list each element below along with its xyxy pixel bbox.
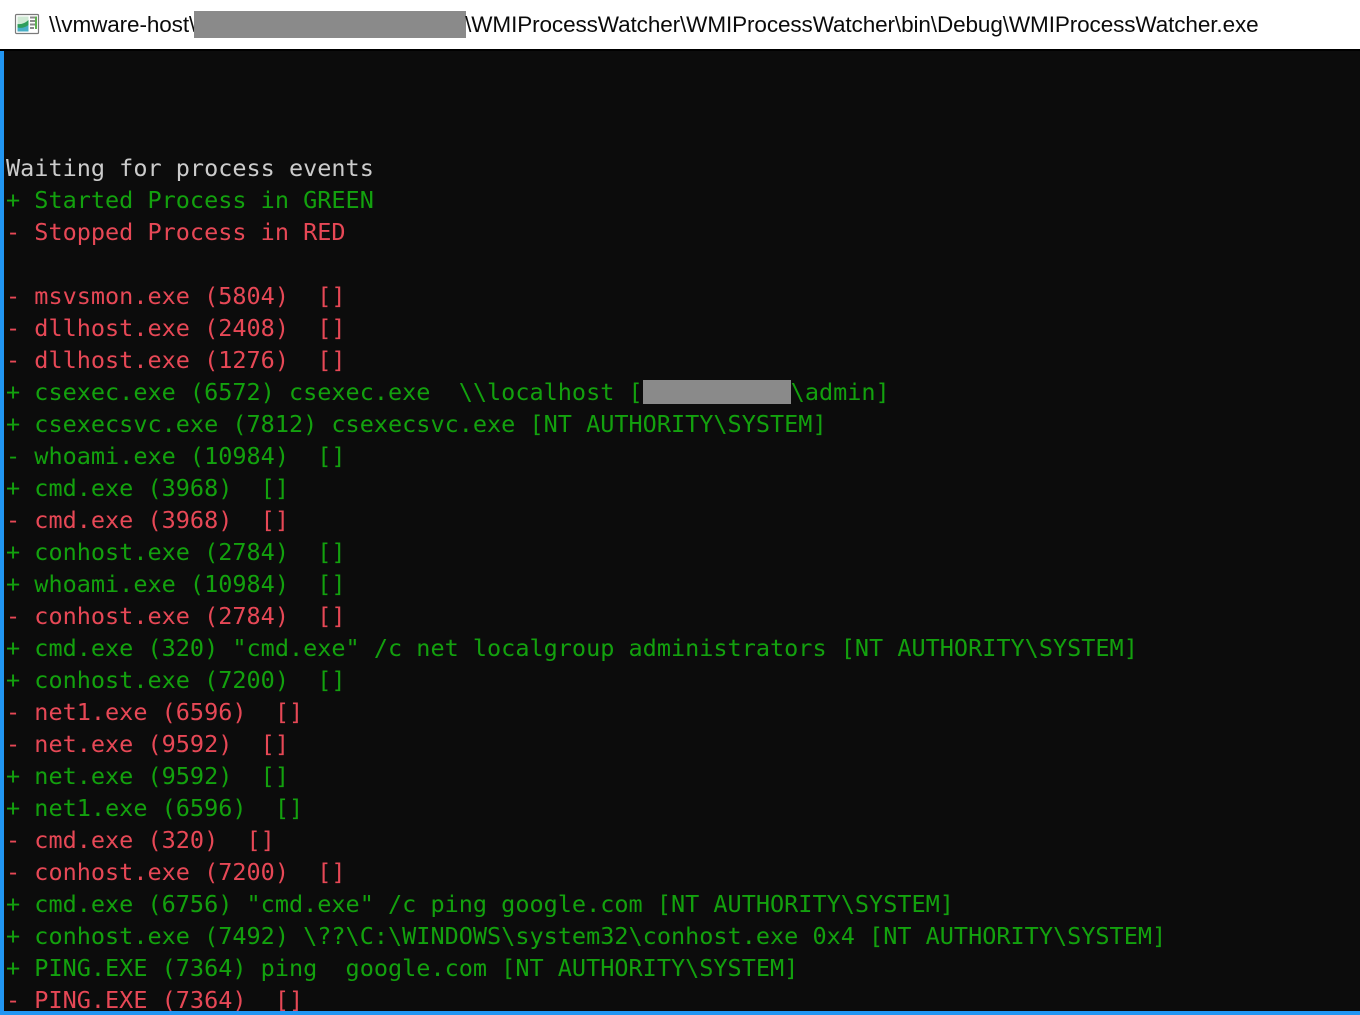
console-line-list: Waiting for process events + Started Proc… xyxy=(4,56,1360,1014)
console-event-line: + cmd.exe (320) "cmd.exe" /c net localgr… xyxy=(6,634,1138,662)
window-title: \\vmware-host\ \WMIProcessWatcher\WMIProc… xyxy=(49,11,1259,38)
console-event-line: + net.exe (9592) [] xyxy=(6,762,289,790)
console-event-line: - cmd.exe (320) [] xyxy=(6,826,275,854)
console-event-line: - conhost.exe (7200) [] xyxy=(6,858,346,886)
console-event-line: - dllhost.exe (1276) [] xyxy=(6,346,346,374)
console-event-line: - msvsmon.exe (5804) [] xyxy=(6,282,346,310)
window-titlebar[interactable]: \\vmware-host\ \WMIProcessWatcher\WMIProc… xyxy=(0,0,1360,51)
console-event-line: + conhost.exe (7492) \??\C:\WINDOWS\syst… xyxy=(6,922,1167,950)
console-event-line: + cmd.exe (6756) "cmd.exe" /c ping googl… xyxy=(6,890,954,918)
console-event-line: - net1.exe (6596) [] xyxy=(6,698,304,726)
console-event-line: + whoami.exe (10984) [] xyxy=(6,570,346,598)
console-header-line: + Started Process in GREEN xyxy=(6,186,374,214)
console-event-line: + PING.EXE (7364) ping google.com [NT AU… xyxy=(6,954,799,982)
console-window: \\vmware-host\ \WMIProcessWatcher\WMIProc… xyxy=(0,0,1360,1015)
console-event-line: - whoami.exe (10984) [] xyxy=(6,442,346,470)
console-event-line: - net.exe (9592) [] xyxy=(6,730,289,758)
console-event-line: + conhost.exe (7200) [] xyxy=(6,666,346,694)
console-event-line: + cmd.exe (3968) [] xyxy=(6,474,289,502)
console-event-line: - cmd.exe (3968) [] xyxy=(6,506,289,534)
window-title-redaction xyxy=(194,11,467,38)
window-title-suffix: \WMIProcessWatcher\WMIProcessWatcher\bin… xyxy=(465,12,1259,37)
console-line-text: + csexec.exe (6572) csexec.exe \\localho… xyxy=(6,378,643,406)
console-event-line: + csexec.exe (6572) csexec.exe \\localho… xyxy=(4,376,1360,408)
console-header-line xyxy=(4,248,1360,280)
console-event-line: + net1.exe (6596) [] xyxy=(6,794,304,822)
console-event-line: + csexecsvc.exe (7812) csexecsvc.exe [NT… xyxy=(6,410,827,438)
console-line-redaction xyxy=(642,380,791,404)
console-header-line: - Stopped Process in RED xyxy=(6,218,346,246)
console-event-line: - conhost.exe (2784) [] xyxy=(6,602,346,630)
console-header-line: Waiting for process events xyxy=(6,154,374,182)
console-event-line: - PING.EXE (7364) [] xyxy=(6,986,304,1014)
console-event-line: + conhost.exe (2784) [] xyxy=(6,538,346,566)
console-line-text-tail: \admin] xyxy=(790,378,890,406)
console-app-icon xyxy=(14,12,40,38)
console-event-line: - dllhost.exe (2408) [] xyxy=(6,314,346,342)
console-output-area[interactable]: Waiting for process events + Started Proc… xyxy=(0,51,1360,1015)
window-title-prefix: \\vmware-host\ xyxy=(49,12,196,37)
